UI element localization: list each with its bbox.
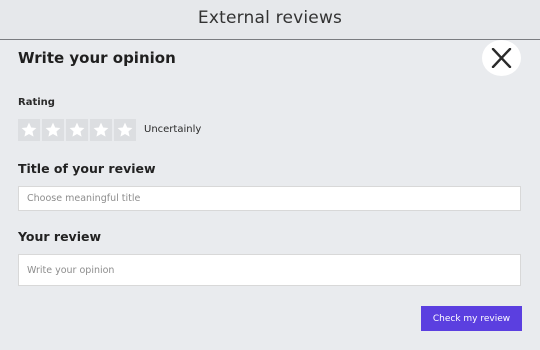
star-icon: [69, 122, 85, 137]
close-icon: [491, 48, 512, 68]
close-button[interactable]: [482, 40, 521, 76]
form-title: Write your opinion: [18, 49, 176, 67]
star-3-button[interactable]: [66, 119, 88, 141]
star-5-button[interactable]: [114, 119, 136, 141]
check-review-button[interactable]: Check my review: [421, 306, 522, 331]
review-title-label: Title of your review: [18, 161, 156, 176]
review-body-label: Your review: [18, 229, 102, 244]
star-1-button[interactable]: [18, 119, 40, 141]
star-icon: [45, 122, 61, 137]
star-2-button[interactable]: [42, 119, 64, 141]
rating-label: Rating: [18, 97, 55, 108]
page-header: External reviews: [0, 0, 540, 40]
star-icon: [117, 122, 133, 137]
review-form-panel: Write your opinion Rating Uncertainly Ti…: [0, 40, 540, 350]
star-icon: [93, 122, 109, 137]
star-icon: [21, 122, 37, 137]
star-4-button[interactable]: [90, 119, 112, 141]
review-title-input[interactable]: [18, 186, 521, 211]
page-title: External reviews: [197, 8, 343, 28]
review-body-input[interactable]: [18, 254, 521, 286]
rating-value-text: Uncertainly: [144, 124, 202, 135]
